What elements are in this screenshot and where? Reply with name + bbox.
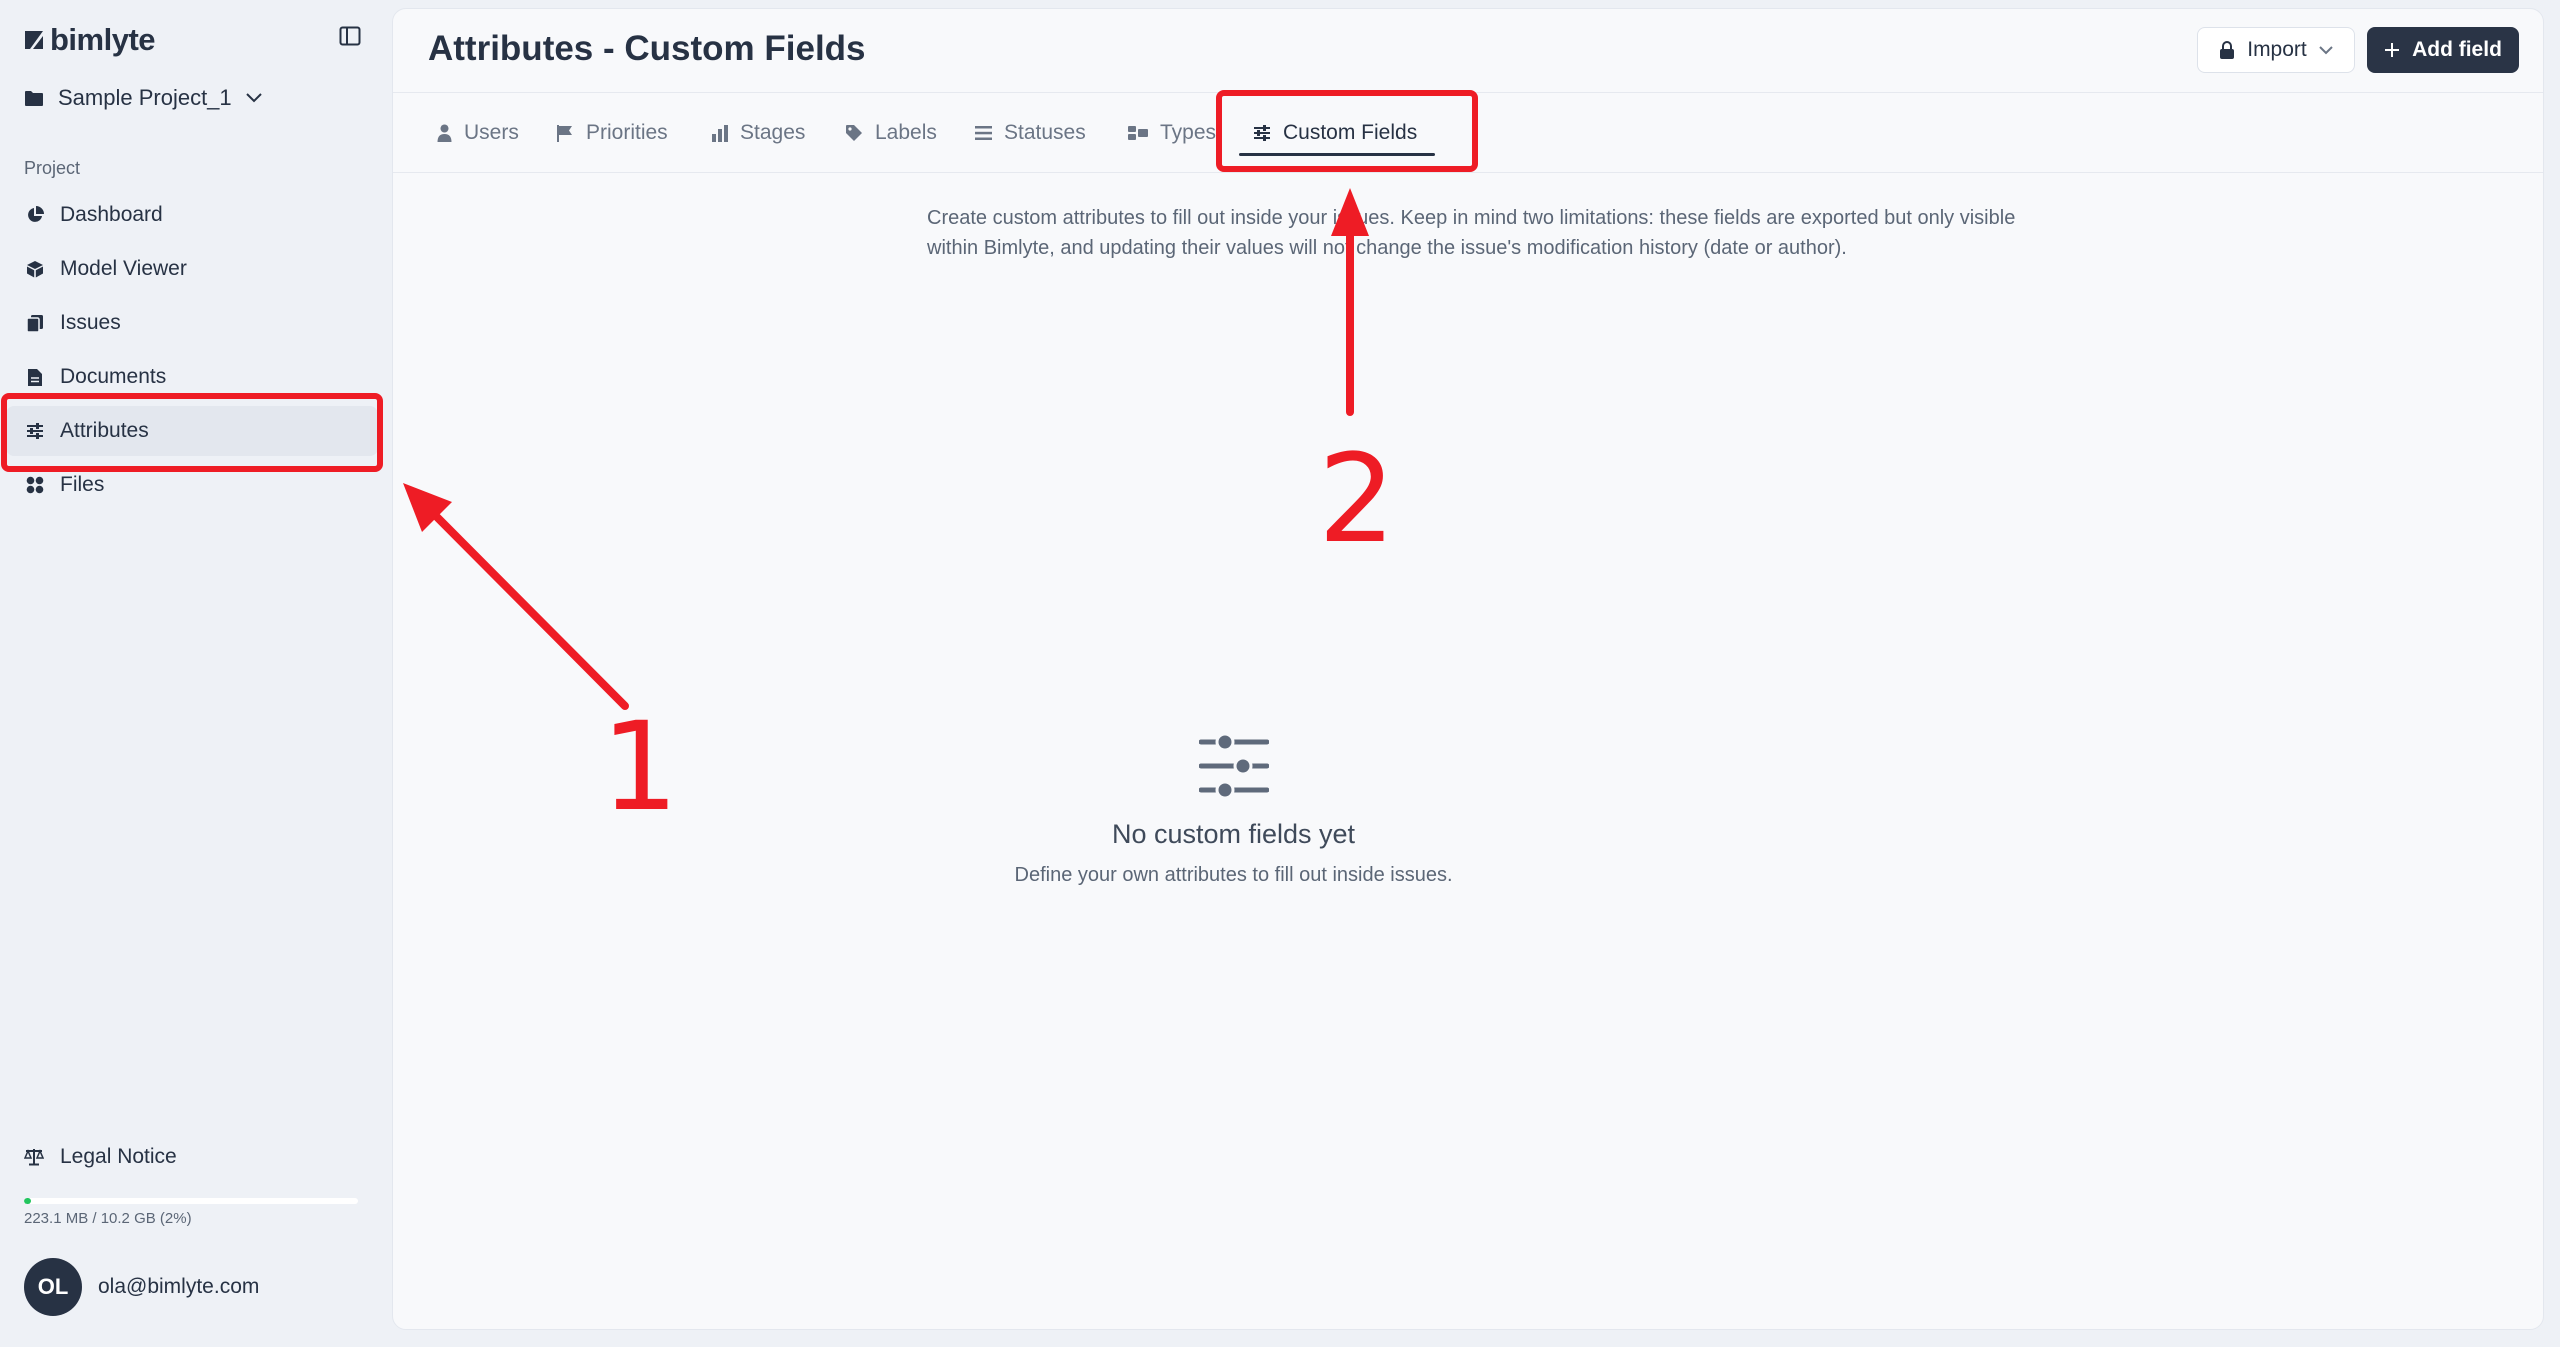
lock-icon bbox=[2220, 40, 2235, 59]
user-icon bbox=[437, 124, 452, 142]
tab-labels[interactable]: Labels bbox=[845, 113, 937, 153]
tag-icon bbox=[846, 125, 862, 141]
legal-notice-link[interactable]: Legal Notice bbox=[24, 1145, 177, 1169]
sidebar-item-files[interactable]: Files bbox=[6, 460, 378, 510]
sidebar-item-label: Dashboard bbox=[60, 203, 163, 226]
tab-priorities[interactable]: Priorities bbox=[556, 113, 668, 153]
empty-state: No custom fields yet Define your own att… bbox=[393, 733, 2074, 887]
logo-text: bimlyte bbox=[50, 22, 156, 57]
sidebar-item-documents[interactable]: Documents bbox=[6, 352, 378, 402]
tab-label: Priorities bbox=[586, 121, 668, 144]
sidebar-item-attributes[interactable]: Attributes bbox=[6, 406, 378, 456]
types-icon bbox=[1128, 126, 1148, 140]
import-button[interactable]: Import bbox=[2197, 27, 2355, 73]
chevron-down-icon bbox=[2319, 45, 2333, 54]
bar-chart-icon bbox=[712, 124, 728, 142]
grid-icon bbox=[26, 476, 44, 494]
bimlyte-logo-icon bbox=[25, 31, 43, 49]
add-field-button[interactable]: Add field bbox=[2367, 27, 2519, 73]
tab-types[interactable]: Types bbox=[1128, 113, 1216, 153]
tab-statuses[interactable]: Statuses bbox=[975, 113, 1086, 153]
tab-users[interactable]: Users bbox=[437, 113, 519, 153]
plus-icon bbox=[2385, 43, 2400, 57]
list-icon bbox=[975, 126, 992, 140]
tab-label: Labels bbox=[875, 121, 937, 144]
tab-label: Users bbox=[464, 121, 519, 144]
tab-label: Custom Fields bbox=[1283, 121, 1418, 144]
attribute-tabs: Users Priorities Stages Labels Statuses … bbox=[393, 93, 2543, 173]
collapse-sidebar-button[interactable] bbox=[337, 24, 363, 48]
sidebar-item-label: Issues bbox=[60, 311, 121, 334]
sidebar-item-label: Documents bbox=[60, 365, 167, 388]
storage-progress-bar bbox=[24, 1198, 358, 1204]
logo[interactable]: bimlyte bbox=[24, 22, 156, 58]
user-email: ola@bimlyte.com bbox=[98, 1275, 260, 1298]
empty-state-title: No custom fields yet bbox=[1111, 819, 1356, 849]
main-panel: Attributes - Custom Fields Import Add fi… bbox=[392, 8, 2544, 1330]
sidebar-toggle-icon bbox=[339, 26, 361, 46]
sidebar-item-label: Model Viewer bbox=[60, 257, 187, 280]
tab-label: Statuses bbox=[1004, 121, 1086, 144]
sidebar-item-dashboard[interactable]: Dashboard bbox=[6, 190, 378, 240]
active-tab-indicator bbox=[1239, 153, 1435, 156]
empty-state-text: Define your own attributes to fill out i… bbox=[1014, 864, 1453, 886]
sidebar-item-issues[interactable]: Issues bbox=[6, 298, 378, 348]
storage-progress-fill bbox=[24, 1198, 31, 1204]
flag-icon bbox=[557, 125, 572, 142]
tab-custom-fields[interactable]: Custom Fields bbox=[1253, 113, 1417, 153]
sidebar-item-model-viewer[interactable]: Model Viewer bbox=[6, 244, 378, 294]
page-header: Attributes - Custom Fields Import Add fi… bbox=[393, 9, 2543, 93]
sliders-icon bbox=[26, 422, 44, 440]
intro-description: Create custom attributes to fill out ins… bbox=[927, 207, 2016, 259]
sidebar: bimlyte Sample Project_1 Project Dashboa… bbox=[0, 0, 392, 1347]
cube-icon bbox=[26, 260, 44, 278]
sliders-icon bbox=[1254, 125, 1270, 141]
page-title: Attributes - Custom Fields bbox=[428, 29, 866, 68]
project-name: Sample Project_1 bbox=[58, 85, 232, 110]
document-icon bbox=[26, 368, 44, 386]
storage-usage-text: 223.1 MB / 10.2 GB (2%) bbox=[24, 1210, 192, 1227]
folder-icon bbox=[25, 90, 43, 106]
sidebar-item-label: Files bbox=[60, 473, 105, 496]
avatar: OL bbox=[24, 1258, 82, 1316]
sidebar-item-label: Attributes bbox=[60, 419, 149, 442]
legal-notice-label: Legal Notice bbox=[60, 1145, 177, 1168]
pie-chart-icon bbox=[26, 206, 44, 224]
clipboard-icon bbox=[26, 314, 44, 332]
chevron-down-icon bbox=[245, 93, 262, 103]
tab-stages[interactable]: Stages bbox=[712, 113, 805, 153]
project-selector[interactable]: Sample Project_1 bbox=[24, 80, 262, 116]
import-button-label: Import bbox=[2247, 38, 2307, 61]
scale-icon bbox=[24, 1149, 44, 1166]
sliders-icon bbox=[393, 733, 2074, 799]
user-menu[interactable]: OL ola@bimlyte.com bbox=[24, 1258, 259, 1316]
add-field-button-label: Add field bbox=[2412, 38, 2502, 61]
section-label-project: Project bbox=[24, 158, 81, 178]
tab-label: Stages bbox=[740, 121, 806, 144]
tab-label: Types bbox=[1160, 121, 1217, 144]
